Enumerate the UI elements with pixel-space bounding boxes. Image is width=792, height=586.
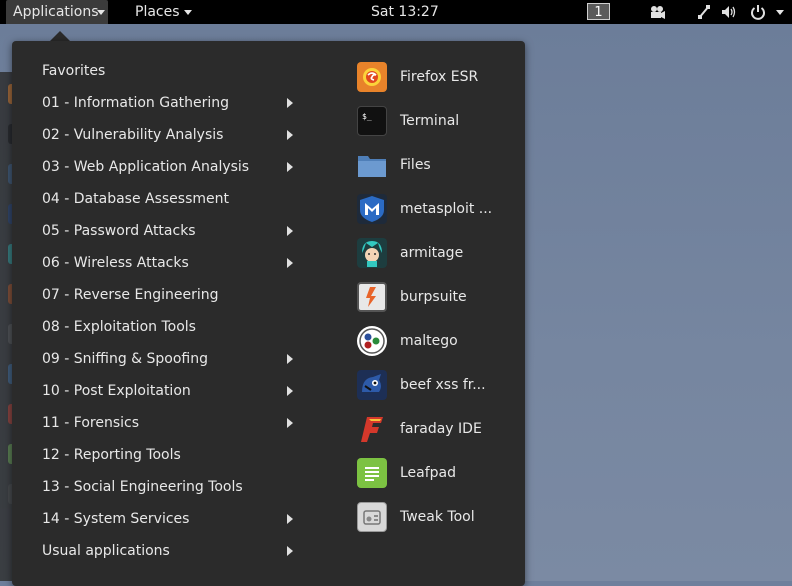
chevron-down-icon (184, 10, 192, 15)
chevron-right-icon (287, 258, 293, 268)
app-burpsuite[interactable]: burpsuite (357, 277, 517, 317)
app-label: Terminal (400, 113, 460, 129)
svg-text:$_: $_ (362, 112, 372, 121)
category-wireless-attacks[interactable]: 06 - Wireless Attacks (42, 248, 297, 278)
firefox-icon (357, 62, 387, 92)
volume-icon[interactable] (721, 4, 737, 20)
applications-menu-button[interactable]: Applications (6, 0, 108, 24)
category-label: 04 - Database Assessment (42, 191, 229, 207)
category-database-assessment[interactable]: 04 - Database Assessment (42, 184, 297, 214)
app-label: Tweak Tool (400, 509, 475, 525)
category-label: 13 - Social Engineering Tools (42, 479, 243, 495)
category-label: Usual applications (42, 543, 170, 559)
places-label: Places (135, 4, 180, 20)
app-label: Leafpad (400, 465, 457, 481)
category-web-application-analysis[interactable]: 03 - Web Application Analysis (42, 152, 297, 182)
app-armitage[interactable]: armitage (357, 233, 517, 273)
category-label: 09 - Sniffing & Spoofing (42, 351, 209, 367)
category-label: 12 - Reporting Tools (42, 447, 181, 463)
app-label: maltego (400, 333, 458, 349)
menu-pointer (50, 31, 70, 41)
chevron-right-icon (287, 546, 293, 556)
terminal-icon: $_ (357, 106, 387, 136)
power-icon[interactable] (750, 4, 766, 20)
category-label: 07 - Reverse Engineering (42, 287, 219, 303)
chevron-right-icon (287, 354, 293, 364)
metasploit-icon (357, 194, 387, 224)
category-reporting-tools[interactable]: 12 - Reporting Tools (42, 440, 297, 470)
places-menu-button[interactable]: Places (135, 0, 205, 24)
video-camera-icon[interactable] (649, 4, 665, 20)
category-label: 05 - Password Attacks (42, 223, 196, 239)
applications-menu: Favorites 01 - Information Gathering 02 … (12, 41, 525, 586)
app-maltego[interactable]: maltego (357, 321, 517, 361)
category-label: Favorites (42, 63, 106, 79)
app-faraday-ide[interactable]: faraday IDE (357, 409, 517, 449)
burpsuite-icon (357, 282, 387, 312)
category-label: 08 - Exploitation Tools (42, 319, 196, 335)
tweak-tool-icon (357, 502, 387, 532)
app-label: metasploit ... (400, 201, 493, 217)
app-leafpad[interactable]: Leafpad (357, 453, 517, 493)
chevron-right-icon (287, 162, 293, 172)
category-label: 11 - Forensics (42, 415, 139, 431)
category-vulnerability-analysis[interactable]: 02 - Vulnerability Analysis (42, 120, 297, 150)
leafpad-icon (357, 458, 387, 488)
top-bar: Applications Places Sat 13:27 1 (0, 0, 792, 24)
category-forensics[interactable]: 11 - Forensics (42, 408, 297, 438)
network-wired-icon[interactable] (696, 4, 712, 20)
app-label: burpsuite (400, 289, 467, 305)
chevron-right-icon (287, 98, 293, 108)
category-label: 10 - Post Exploitation (42, 383, 191, 399)
category-label: 01 - Information Gathering (42, 95, 230, 111)
category-password-attacks[interactable]: 05 - Password Attacks (42, 216, 297, 246)
maltego-icon (357, 326, 387, 356)
applications-label: Applications (13, 4, 99, 20)
workspace-indicator[interactable]: 1 (587, 3, 610, 20)
chevron-right-icon (287, 130, 293, 140)
category-usual-applications[interactable]: Usual applications (42, 536, 297, 566)
category-label: 06 - Wireless Attacks (42, 255, 189, 271)
app-label: faraday IDE (400, 421, 482, 437)
chevron-down-icon[interactable] (776, 10, 784, 15)
category-label: 02 - Vulnerability Analysis (42, 127, 224, 143)
category-reverse-engineering[interactable]: 07 - Reverse Engineering (42, 280, 297, 310)
category-social-engineering-tools[interactable]: 13 - Social Engineering Tools (42, 472, 297, 502)
app-label: Files (400, 157, 431, 173)
category-favorites[interactable]: Favorites (42, 56, 297, 86)
app-beef-xss[interactable]: beef xss fr... (357, 365, 517, 405)
chevron-right-icon (287, 514, 293, 524)
category-label: 14 - System Services (42, 511, 190, 527)
app-files[interactable]: Files (357, 145, 517, 185)
category-sniffing-spoofing[interactable]: 09 - Sniffing & Spoofing (42, 344, 297, 374)
clock[interactable]: Sat 13:27 (371, 0, 441, 24)
beef-icon (357, 370, 387, 400)
category-label: 03 - Web Application Analysis (42, 159, 250, 175)
chevron-down-icon (97, 10, 105, 15)
faraday-icon (357, 414, 387, 444)
category-system-services[interactable]: 14 - System Services (42, 504, 297, 534)
category-information-gathering[interactable]: 01 - Information Gathering (42, 88, 297, 118)
chevron-right-icon (287, 226, 293, 236)
chevron-right-icon (287, 386, 293, 396)
category-post-exploitation[interactable]: 10 - Post Exploitation (42, 376, 297, 406)
app-tweak-tool[interactable]: Tweak Tool (357, 497, 517, 537)
chevron-right-icon (287, 418, 293, 428)
category-exploitation-tools[interactable]: 08 - Exploitation Tools (42, 312, 297, 342)
app-label: armitage (400, 245, 464, 261)
app-firefox-esr[interactable]: Firefox ESR (357, 57, 517, 97)
app-label: Firefox ESR (400, 69, 479, 85)
files-icon (357, 150, 387, 180)
armitage-icon (357, 238, 387, 268)
app-label: beef xss fr... (400, 377, 486, 393)
app-terminal[interactable]: $_ Terminal (357, 101, 517, 141)
app-metasploit[interactable]: metasploit ... (357, 189, 517, 229)
